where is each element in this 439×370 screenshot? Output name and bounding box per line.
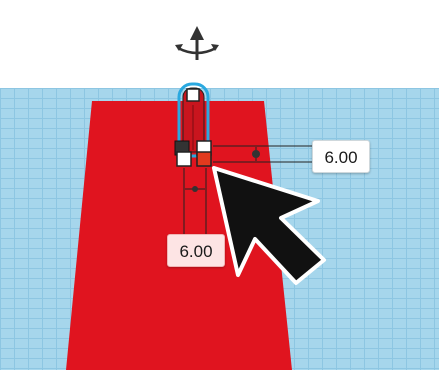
width-dimension-input[interactable]: 6.00 <box>312 140 370 173</box>
3d-viewport[interactable]: 6.00 6.00 <box>0 0 439 370</box>
depth-dimension-input[interactable]: 6.00 <box>167 234 225 267</box>
cone-lift-icon[interactable] <box>175 26 219 60</box>
corner-handle-front-right-active[interactable] <box>196 151 212 167</box>
scene-layer <box>66 26 326 370</box>
corner-handle-front-left[interactable] <box>176 151 192 167</box>
top-resize-handle[interactable] <box>186 88 200 102</box>
